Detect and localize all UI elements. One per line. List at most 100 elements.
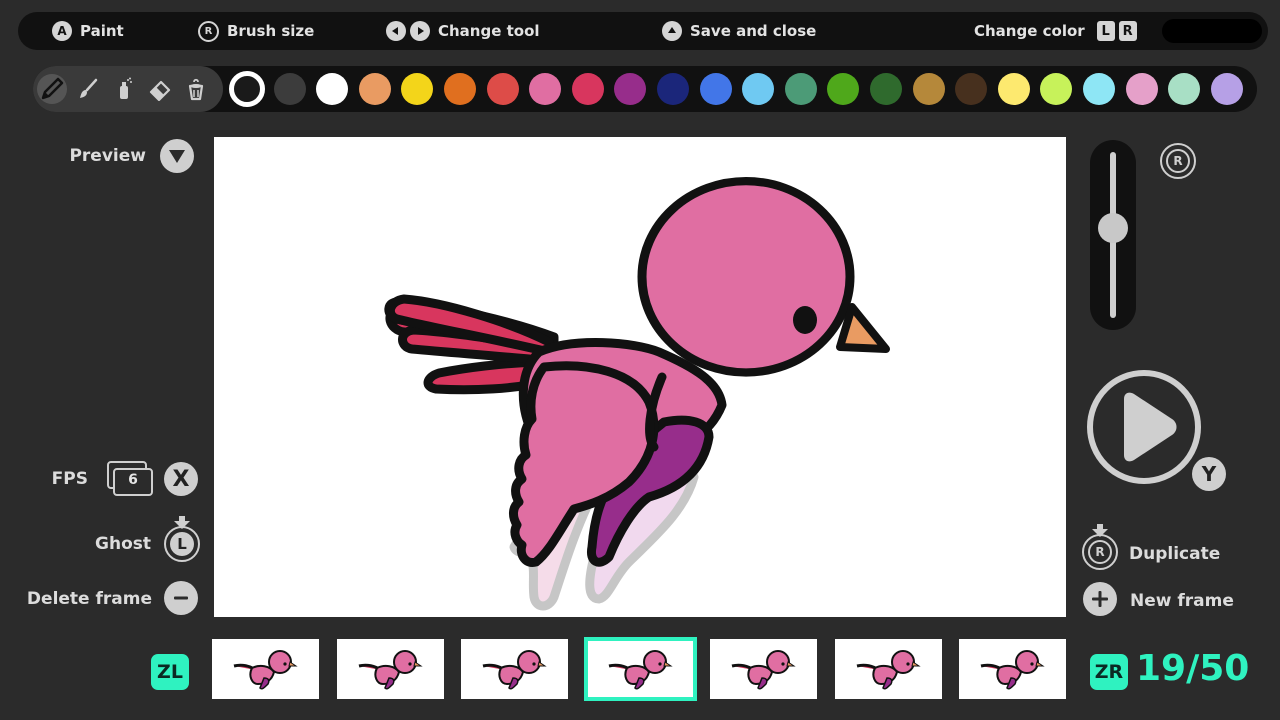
color-swatch[interactable]	[229, 71, 265, 107]
current-color-preview	[1162, 19, 1262, 43]
fps-indicator[interactable]: 6	[106, 460, 154, 496]
brush-size-slider[interactable]	[1090, 140, 1136, 330]
frame-counter: 19/50	[1136, 648, 1250, 689]
dpad-left-icon	[386, 21, 406, 41]
pencil-tool[interactable]	[37, 74, 67, 104]
delete-frame-button[interactable]	[164, 581, 198, 615]
ghost-label: Ghost	[95, 534, 151, 554]
play-icon	[1087, 370, 1201, 484]
new-frame-label: New frame	[1130, 591, 1234, 611]
color-swatch[interactable]	[1126, 73, 1158, 105]
eraser-icon	[149, 80, 171, 101]
hint-save-close-label: Save and close	[690, 22, 817, 40]
triangle-down-icon	[169, 150, 185, 163]
hint-change-color-label: Change color	[974, 22, 1085, 40]
frame-thumbnail[interactable]	[835, 639, 942, 699]
drawing-canvas[interactable]	[214, 137, 1066, 617]
duplicate-label: Duplicate	[1129, 544, 1221, 564]
bird-thumbnail-icon	[482, 650, 547, 690]
spray-can-icon	[120, 77, 132, 99]
color-swatch[interactable]	[401, 73, 433, 105]
hint-change-tool-label: Change tool	[438, 22, 540, 40]
ghost-l-button[interactable]: L	[163, 516, 201, 562]
r-stick-icon: R	[198, 20, 219, 42]
minus-icon	[174, 596, 188, 600]
r-stick-icon: R	[1166, 149, 1190, 173]
dpad-up-icon	[662, 21, 682, 41]
hint-save-close[interactable]: Save and close	[662, 12, 816, 50]
frame-thumbnail[interactable]	[461, 639, 568, 699]
bird-thumbnail-icon	[856, 650, 921, 690]
a-button-icon: A	[52, 21, 72, 41]
color-swatch[interactable]	[998, 73, 1030, 105]
hint-paint-label: Paint	[80, 22, 124, 40]
frame-thumbnail[interactable]	[337, 639, 444, 699]
fps-label: FPS	[51, 469, 88, 489]
bird-thumbnail-icon	[358, 650, 423, 690]
tool-group	[33, 66, 223, 112]
color-swatch[interactable]	[1211, 73, 1243, 105]
hint-brush-size-label: Brush size	[227, 22, 315, 40]
fps-value: 6	[128, 472, 138, 488]
color-swatch[interactable]	[572, 73, 604, 105]
r-button-letter: R	[1088, 540, 1112, 564]
bucket-tool[interactable]	[181, 74, 211, 104]
r-key-icon: R	[1118, 21, 1137, 41]
color-swatch[interactable]	[1040, 73, 1072, 105]
color-swatch[interactable]	[742, 73, 774, 105]
plus-icon	[1092, 591, 1108, 607]
hint-paint[interactable]: A Paint	[52, 12, 124, 50]
zr-button[interactable]: ZR	[1090, 654, 1128, 690]
brush-icon	[80, 78, 98, 98]
bird-thumbnail-icon	[980, 650, 1045, 690]
bird-thumbnail-icon	[608, 650, 673, 690]
brush-tool[interactable]	[73, 74, 103, 104]
fps-x-button[interactable]: X	[164, 462, 198, 496]
color-swatch[interactable]	[359, 73, 391, 105]
bird-thumbnail-icon	[233, 650, 298, 690]
color-swatch[interactable]	[827, 73, 859, 105]
color-swatch[interactable]	[657, 73, 689, 105]
color-swatch[interactable]	[870, 73, 902, 105]
color-swatch[interactable]	[529, 73, 561, 105]
hint-brush-size[interactable]: R Brush size	[198, 12, 314, 50]
preview-toggle-button[interactable]	[160, 139, 194, 173]
bucket-icon	[188, 78, 204, 101]
slider-knob[interactable]	[1098, 213, 1128, 243]
play-y-button[interactable]: Y	[1192, 457, 1226, 491]
bird-drawing	[384, 176, 890, 611]
frame-thumbnail-current[interactable]	[584, 637, 697, 701]
preview-label: Preview	[69, 146, 146, 166]
play-button[interactable]	[1086, 369, 1204, 487]
pencil-icon	[41, 77, 64, 100]
color-swatch[interactable]	[955, 73, 987, 105]
l-key-icon: L	[1096, 21, 1115, 41]
color-swatch[interactable]	[1083, 73, 1115, 105]
hint-change-color[interactable]: Change color L R	[974, 12, 1137, 50]
frame-thumbnail[interactable]	[212, 639, 319, 699]
palette-bar	[33, 66, 1257, 112]
color-swatch[interactable]	[274, 73, 306, 105]
hint-change-tool[interactable]: Change tool	[386, 12, 540, 50]
delete-frame-label: Delete frame	[26, 589, 152, 609]
frame-thumbnail[interactable]	[710, 639, 817, 699]
color-swatch[interactable]	[785, 73, 817, 105]
zl-button[interactable]: ZL	[151, 654, 189, 690]
slider-r-stick-button[interactable]: R	[1160, 143, 1196, 179]
color-swatch[interactable]	[487, 73, 519, 105]
color-swatch[interactable]	[614, 73, 646, 105]
bird-thumbnail-icon	[731, 650, 796, 690]
color-swatch[interactable]	[444, 73, 476, 105]
frame-thumbnail[interactable]	[959, 639, 1066, 699]
dpad-right-icon	[410, 21, 430, 41]
eraser-tool[interactable]	[145, 74, 175, 104]
new-frame-button[interactable]	[1083, 582, 1117, 616]
spray-tool[interactable]	[109, 74, 139, 104]
color-swatch[interactable]	[316, 73, 348, 105]
color-swatch[interactable]	[700, 73, 732, 105]
color-swatch[interactable]	[1168, 73, 1200, 105]
l-button-letter: L	[170, 532, 194, 556]
color-swatch[interactable]	[913, 73, 945, 105]
top-hint-bar: A Paint R Brush size Change tool Save an…	[18, 12, 1268, 50]
duplicate-r-button[interactable]: R	[1080, 524, 1120, 570]
